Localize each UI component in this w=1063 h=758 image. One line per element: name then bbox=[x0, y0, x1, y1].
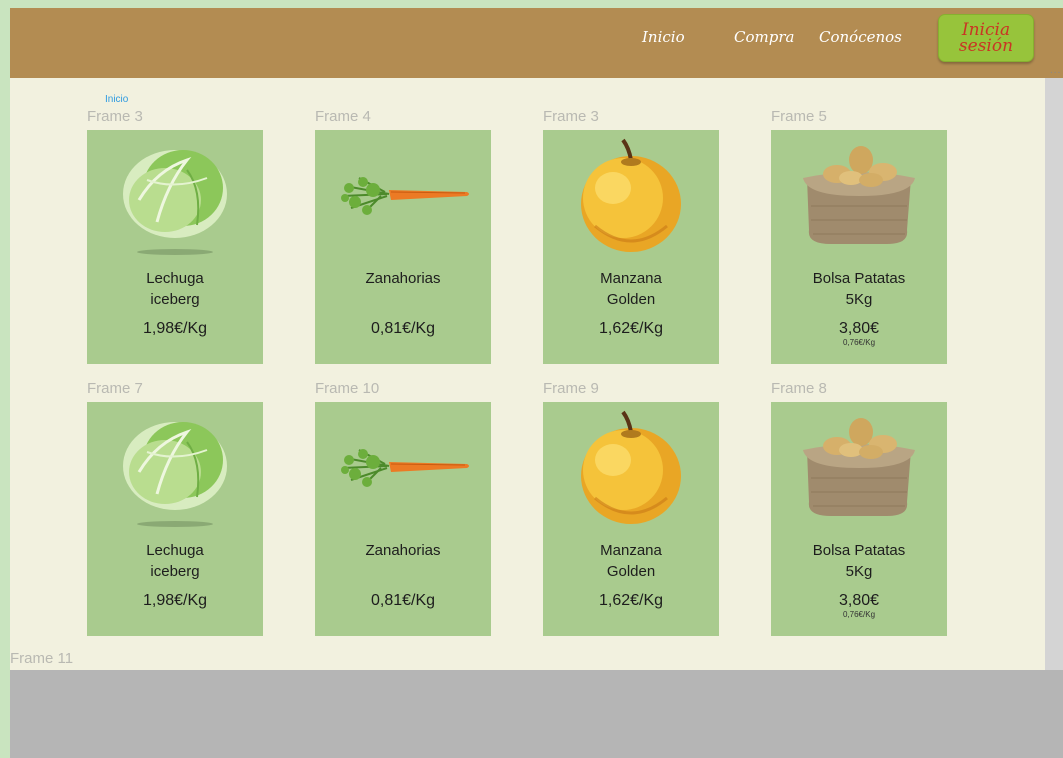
frame-label: Frame 4 bbox=[315, 108, 371, 125]
product-name-line2: 5Kg bbox=[845, 291, 873, 308]
lettuce-image bbox=[87, 130, 263, 260]
frame-label: Frame 8 bbox=[771, 380, 827, 397]
product-price: 0,81€/Kg bbox=[370, 320, 436, 337]
product-card[interactable]: Manzana Golden 1,62€/Kg bbox=[543, 130, 719, 364]
carrot-image bbox=[315, 402, 491, 532]
product-price: 3,80€ bbox=[838, 320, 880, 337]
nav-link-conocenos[interactable]: Conócenos bbox=[819, 28, 902, 46]
product-name-line2: Golden bbox=[606, 563, 656, 580]
product-name-line2: iceberg bbox=[150, 563, 200, 580]
product-name: Bolsa Patatas bbox=[812, 270, 906, 287]
mini-frame-label-inicio: Inicio bbox=[105, 94, 129, 105]
product-name: Zanahorias bbox=[365, 542, 441, 559]
product-name-line2: 5Kg bbox=[845, 563, 873, 580]
product-card[interactable]: Zanahorias 0,81€/Kg bbox=[315, 130, 491, 364]
product-name: Bolsa Patatas bbox=[812, 542, 906, 559]
potato-sack-image bbox=[771, 130, 947, 260]
potato-sack-image bbox=[771, 402, 947, 532]
lettuce-image bbox=[87, 402, 263, 532]
product-price: 1,98€/Kg bbox=[142, 592, 208, 609]
bottom-gray-frame bbox=[10, 670, 1063, 758]
top-navigation-bar: Inicio Compra Conócenos Inicia sesión bbox=[10, 8, 1063, 78]
product-name-line2: iceberg bbox=[150, 291, 200, 308]
product-name-line2: Golden bbox=[606, 291, 656, 308]
frame-label: Frame 7 bbox=[87, 380, 143, 397]
frame-label: Frame 5 bbox=[771, 108, 827, 125]
product-name: Zanahorias bbox=[365, 270, 441, 287]
frame-label: Frame 3 bbox=[543, 108, 599, 125]
product-price: 1,62€/Kg bbox=[598, 320, 664, 337]
right-gray-strip bbox=[1045, 78, 1063, 670]
page-canvas: Inicio Compra Conócenos Inicia sesión ..… bbox=[10, 8, 1063, 758]
product-card[interactable]: Bolsa Patatas 5Kg 3,80€ 0,76€/Kg bbox=[771, 402, 947, 636]
product-card[interactable]: Lechuga iceberg 1,98€/Kg bbox=[87, 130, 263, 364]
product-unit-price: 0,76€/Kg bbox=[842, 338, 876, 347]
login-button-label-line2: sesión bbox=[958, 36, 1014, 56]
product-name: Manzana bbox=[600, 270, 662, 287]
product-name: Lechuga bbox=[146, 270, 204, 287]
product-card[interactable]: Bolsa Patatas 5Kg 3,80€ 0,76€/Kg bbox=[771, 130, 947, 364]
login-button[interactable]: Inicia sesión bbox=[938, 14, 1034, 62]
frame-label-bottom: Frame 11 bbox=[10, 650, 74, 667]
nav-link-compra[interactable]: Compra bbox=[734, 28, 794, 46]
product-card[interactable]: Lechuga iceberg 1,98€/Kg bbox=[87, 402, 263, 636]
nav-link-inicio[interactable]: Inicio bbox=[642, 28, 685, 46]
product-price: 3,80€ bbox=[838, 592, 880, 609]
product-price: 1,62€/Kg bbox=[598, 592, 664, 609]
apple-image bbox=[543, 130, 719, 260]
apple-image bbox=[543, 402, 719, 532]
product-unit-price: 0,76€/Kg bbox=[842, 610, 876, 619]
frame-label: Frame 10 bbox=[315, 380, 380, 397]
carrot-image bbox=[315, 130, 491, 260]
product-price: 0,81€/Kg bbox=[370, 592, 436, 609]
frame-label: Frame 9 bbox=[543, 380, 599, 397]
product-name: Manzana bbox=[600, 542, 662, 559]
more-dots-icon: ... bbox=[1050, 65, 1062, 76]
product-name: Lechuga bbox=[146, 542, 204, 559]
frame-label: Frame 3 bbox=[87, 108, 143, 125]
product-card[interactable]: Zanahorias 0,81€/Kg bbox=[315, 402, 491, 636]
product-price: 1,98€/Kg bbox=[142, 320, 208, 337]
product-card[interactable]: Manzana Golden 1,62€/Kg bbox=[543, 402, 719, 636]
